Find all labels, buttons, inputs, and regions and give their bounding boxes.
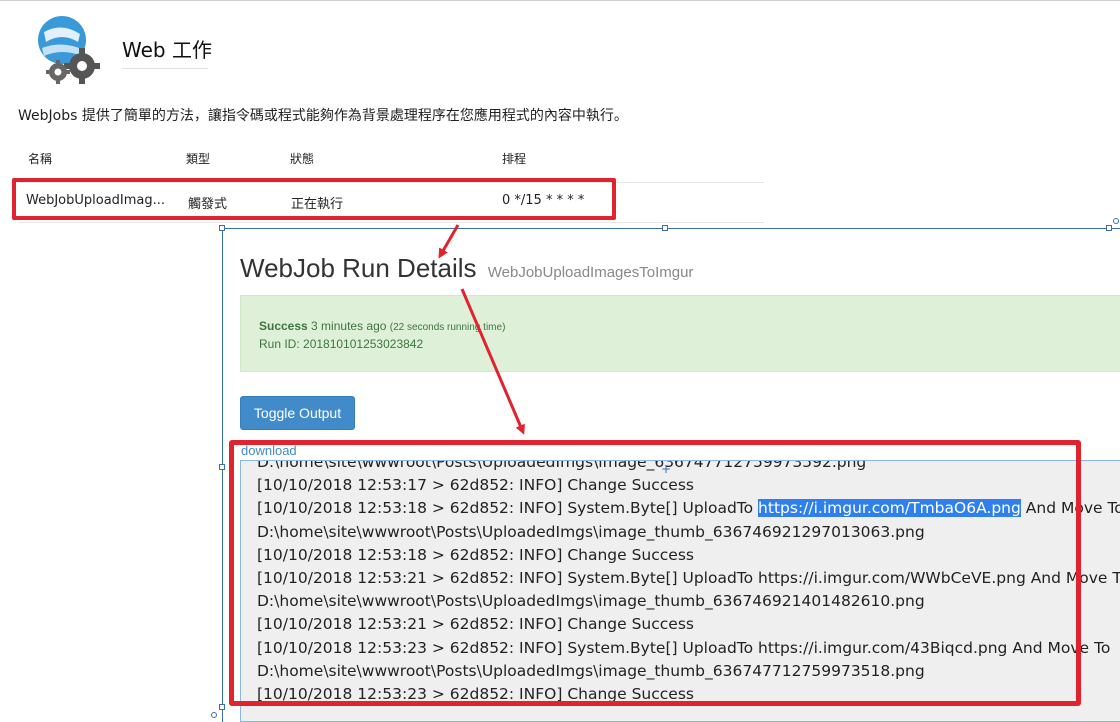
resize-handle[interactable] bbox=[219, 225, 225, 231]
column-header-schedule[interactable]: 排程 bbox=[502, 150, 526, 167]
status-line: Success 3 minutes ago (22 seconds runnin… bbox=[259, 319, 505, 333]
column-header-name[interactable]: 名稱 bbox=[28, 150, 52, 167]
rotate-handle[interactable] bbox=[211, 712, 217, 718]
top-border bbox=[0, 0, 1120, 1]
column-header-status[interactable]: 狀態 bbox=[290, 150, 314, 167]
run-id: Run ID: 201810101253023842 bbox=[259, 337, 424, 351]
page-title: Web 工作 bbox=[122, 38, 212, 62]
webjobs-logo-icon bbox=[34, 14, 106, 86]
running-time: (22 seconds running time) bbox=[389, 322, 506, 333]
title-divider bbox=[122, 68, 208, 69]
success-alert: Success 3 minutes ago (22 seconds runnin… bbox=[240, 295, 1120, 372]
resize-handle[interactable] bbox=[1106, 225, 1112, 231]
resize-handle[interactable] bbox=[662, 225, 668, 231]
status-time: 3 minutes ago bbox=[311, 319, 387, 333]
rotate-handle[interactable] bbox=[1113, 218, 1119, 224]
toggle-output-button[interactable]: Toggle Output bbox=[240, 396, 355, 430]
status-word: Success bbox=[259, 319, 308, 333]
column-header-type[interactable]: 類型 bbox=[186, 150, 210, 167]
page-description: WebJobs 提供了簡單的方法，讓指令碼或程式能夠作為背景處理程序在您應用程式… bbox=[18, 108, 628, 124]
table-row-divider bbox=[18, 222, 764, 223]
resize-handle[interactable] bbox=[219, 704, 225, 710]
run-details-title: WebJob Run Details WebJobUploadImagesToI… bbox=[240, 253, 693, 284]
crosshair-icon: + bbox=[661, 462, 672, 476]
row-annotation-box bbox=[12, 178, 616, 220]
resize-handle[interactable] bbox=[219, 464, 225, 470]
run-details-heading: WebJob Run Details bbox=[240, 253, 477, 283]
log-annotation-box bbox=[229, 440, 1081, 706]
job-name-subtitle: WebJobUploadImagesToImgur bbox=[487, 264, 694, 281]
